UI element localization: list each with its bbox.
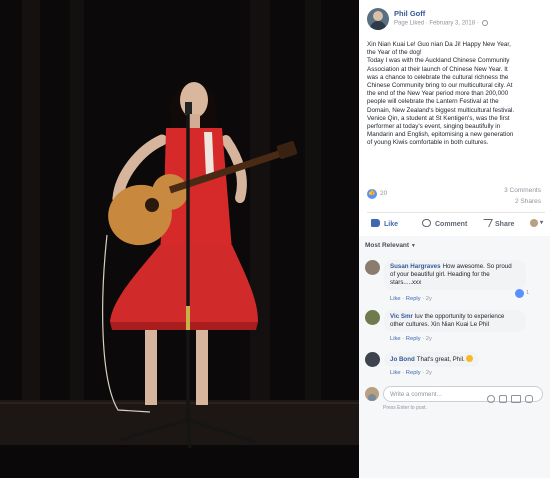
sort-dropdown[interactable]: Most Relevant ▼ bbox=[365, 242, 416, 249]
comment-actions: Like · Reply · 2y bbox=[390, 296, 432, 302]
post-meta-text: Page Liked · February 3, 2018 · bbox=[394, 20, 481, 27]
comment-text: of your beautiful girl. Heading for the bbox=[390, 271, 490, 278]
viewer-avatar-mini[interactable] bbox=[530, 219, 538, 227]
author-name[interactable]: Phil Goff bbox=[394, 9, 425, 18]
commenter-name[interactable]: Vic Smr bbox=[390, 313, 413, 320]
comment-button[interactable]: Comment bbox=[422, 219, 467, 228]
post-line: Today I was with the Auckland Chinese Co… bbox=[367, 57, 510, 65]
thumbs-up-icon bbox=[371, 219, 380, 227]
share-button[interactable]: Share bbox=[480, 219, 515, 228]
comment-actions: Like · Reply · 2y bbox=[390, 370, 432, 376]
comment-age[interactable]: 2y bbox=[426, 336, 432, 342]
performer-photo-illustration bbox=[0, 0, 359, 478]
post-line: the end of the New Year period more than… bbox=[367, 90, 509, 98]
post-line: performer at today's event, singing beau… bbox=[367, 123, 501, 131]
reaction-count[interactable]: 20 bbox=[380, 190, 387, 197]
like-button[interactable]: Like bbox=[371, 219, 398, 228]
comment-bubble-icon bbox=[422, 219, 431, 227]
commenter-avatar[interactable] bbox=[365, 260, 380, 275]
post-line: Association at their launch of Chinese N… bbox=[367, 65, 508, 73]
comment-item: Jo Bond That's great, Phil. Like · Reply … bbox=[365, 352, 547, 382]
comment-like-badge[interactable] bbox=[515, 289, 524, 298]
post-line: Chinese Community bring to our multicult… bbox=[367, 82, 513, 90]
comment-item: Susan Hargraves How awesome. So proud of … bbox=[365, 260, 547, 304]
comment-age[interactable]: 2y bbox=[426, 296, 432, 302]
comments-section: Most Relevant ▼ Susan Hargraves How aweso… bbox=[359, 236, 550, 478]
comment-like-link[interactable]: Like bbox=[390, 370, 401, 376]
divider bbox=[367, 212, 545, 213]
commenter-name[interactable]: Jo Bond bbox=[390, 356, 415, 363]
commenter-name[interactable]: Susan Hargraves bbox=[390, 263, 441, 270]
post-line: Venice Qin, a student at St Kentigen's, … bbox=[367, 114, 510, 122]
comment-text: That's great, Phil. bbox=[416, 356, 465, 363]
composer-icons bbox=[487, 390, 537, 403]
camera-icon[interactable] bbox=[499, 395, 507, 403]
like-reaction-icon[interactable] bbox=[367, 189, 377, 199]
post-photo[interactable] bbox=[0, 0, 359, 478]
comment-actions: Like · Reply · 2y bbox=[390, 336, 432, 342]
comment-reply-link[interactable]: Reply bbox=[406, 370, 421, 376]
comment-like-link[interactable]: Like bbox=[390, 336, 401, 342]
post-line: Mandarin and English, epitomising a new … bbox=[367, 131, 514, 139]
comment-text: luv the opportunity to experience bbox=[414, 313, 505, 320]
laughing-emoji-icon bbox=[466, 355, 474, 362]
gif-icon[interactable] bbox=[511, 395, 521, 403]
comment-text: stars.....xxx bbox=[390, 279, 422, 286]
post-line: was a chance to celebrate the cultural r… bbox=[367, 73, 509, 81]
commenter-avatar[interactable] bbox=[365, 352, 380, 367]
post-body: Xin Nian Kuai Le! Guo nian Da Ji! Happy … bbox=[367, 41, 545, 148]
comment-item: Vic Smr luv the opportunity to experience… bbox=[365, 310, 547, 346]
comment-reply-link[interactable]: Reply bbox=[406, 296, 421, 302]
viewer-avatar[interactable] bbox=[365, 387, 379, 401]
post-line: Domain, New Zealand's biggest multicultu… bbox=[367, 106, 515, 114]
like-button-label: Like bbox=[384, 221, 399, 228]
share-count[interactable]: 2 Shares bbox=[515, 198, 541, 205]
share-button-label: Share bbox=[495, 221, 515, 228]
globe-icon bbox=[482, 20, 489, 26]
post-header: Phil Goff Page Liked · February 3, 2018 … bbox=[367, 8, 547, 38]
post-meta: Page Liked · February 3, 2018 · bbox=[394, 20, 489, 27]
sticker-icon[interactable] bbox=[525, 395, 533, 403]
commenter-avatar[interactable] bbox=[365, 310, 380, 325]
chevron-down-icon: ▼ bbox=[410, 243, 416, 249]
comment-like-link[interactable]: Like bbox=[390, 296, 401, 302]
post-line: the Year of the dog! bbox=[367, 49, 422, 57]
comment-bubble: Jo Bond That's great, Phil. bbox=[384, 352, 480, 367]
comment-bubble: Vic Smr luv the opportunity to experience… bbox=[384, 310, 526, 332]
comment-bubble: Susan Hargraves How awesome. So proud of … bbox=[384, 260, 526, 290]
author-avatar[interactable] bbox=[367, 8, 389, 30]
post-actions: Like Comment Share ▾ bbox=[367, 216, 545, 234]
comment-like-count: 1 bbox=[526, 290, 530, 296]
comment-composer bbox=[365, 386, 547, 404]
reactions-bar: 20 3 Comments 2 Shares bbox=[367, 186, 545, 210]
sort-label: Most Relevant bbox=[365, 242, 410, 249]
post-line: Xin Nian Kuai Le! Guo nian Da Ji! Happy … bbox=[367, 41, 511, 48]
post-panel: Phil Goff Page Liked · February 3, 2018 … bbox=[359, 0, 550, 478]
comment-button-label: Comment bbox=[435, 221, 468, 228]
press-enter-hint: Press Enter to post. bbox=[383, 405, 427, 411]
comment-count[interactable]: 3 Comments bbox=[504, 187, 541, 194]
comment-text: How awesome. So proud bbox=[442, 263, 512, 270]
post-line: people will celebrate the Lantern Festiv… bbox=[367, 98, 499, 106]
comment-age[interactable]: 2y bbox=[426, 370, 432, 376]
share-arrow-icon bbox=[480, 219, 493, 227]
emoji-icon[interactable] bbox=[487, 395, 495, 403]
comment-reply-link[interactable]: Reply bbox=[406, 336, 421, 342]
post-line: of young Kiwis comfortable in both cultu… bbox=[367, 139, 489, 147]
chevron-down-icon[interactable]: ▾ bbox=[540, 219, 543, 226]
comment-text: other cultures. Xin Nian Kuai Le Phil bbox=[390, 321, 490, 328]
